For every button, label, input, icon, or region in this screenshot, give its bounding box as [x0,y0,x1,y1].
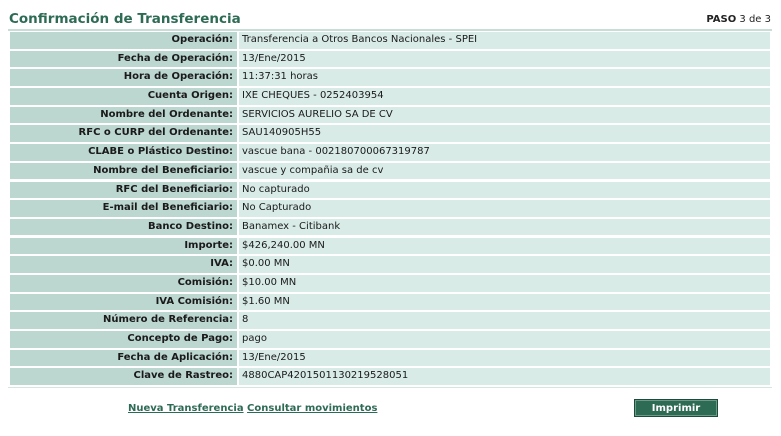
detail-label: Operación: [10,32,237,49]
detail-row: RFC del Beneficiario: No capturado [10,181,770,199]
detail-value: Banamex - Citibank [239,218,770,236]
detail-label: Hora de Operación: [10,69,237,86]
detail-row: Hora de Operación: 11:37:31 horas [10,69,770,86]
detail-label: Banco Destino: [10,218,237,236]
detail-label: IVA: [10,256,237,273]
detail-row: Cuenta Origen: IXE CHEQUES - 0252403954 [10,88,770,105]
detail-label: E-mail del Beneficiario: [10,200,237,217]
detail-value: SERVICIOS AURELIO SA DE CV [239,106,770,124]
detail-label: Fecha de Operación: [10,50,237,68]
detail-row: Comisión: $10.00 MN [10,274,770,292]
detail-value: pago [239,331,770,348]
detail-value: IXE CHEQUES - 0252403954 [239,88,770,105]
detail-row: E-mail del Beneficiario: No Capturado [10,200,770,217]
detail-label: RFC del Beneficiario: [10,181,237,199]
detail-label: Comisión: [10,274,237,292]
detail-label: Cuenta Origen: [10,88,237,105]
detail-value: $1.60 MN [239,293,770,311]
detail-label: Nombre del Ordenante: [10,106,237,124]
page-title: Confirmación de Transferencia [9,11,241,27]
step-label: PASO [706,14,737,25]
detail-value: Transferencia a Otros Bancos Nacionales … [239,32,770,49]
detail-value: 13/Ene/2015 [239,349,770,367]
footer-divider [8,387,772,388]
detail-row: Número de Referencia: 8 [10,312,770,329]
detail-value: $0.00 MN [239,256,770,273]
detail-label: Fecha de Aplicación: [10,349,237,367]
detail-row: Nombre del Ordenante: SERVICIOS AURELIO S… [10,106,770,124]
detail-label: Concepto de Pago: [10,331,237,348]
detail-row: CLABE o Plástico Destino: vascue bana - 0… [10,144,770,161]
detail-value: No capturado [239,181,770,199]
detail-value: SAU140905H55 [239,125,770,143]
page-header: Confirmación de Transferencia PASO 3 de … [8,10,772,30]
footer-links: Nueva Transferencia Consultar movimiento… [128,403,377,414]
new-transfer-link[interactable]: Nueva Transferencia [128,403,244,414]
print-button[interactable]: Imprimir [634,399,718,417]
detail-label: Número de Referencia: [10,312,237,329]
detail-value: 8 [239,312,770,329]
detail-label: Clave de Rastreo: [10,368,237,385]
detail-value: 4880CAP4201501130219528051 [239,368,770,385]
detail-row: Banco Destino: Banamex - Citibank [10,218,770,236]
detail-row: RFC o CURP del Ordenante: SAU140905H55 [10,125,770,143]
detail-value: vascue y compañia sa de cv [239,162,770,180]
detail-row: Clave de Rastreo: 4880CAP4201501130219528… [10,368,770,385]
view-movements-link[interactable]: Consultar movimientos [247,403,377,414]
detail-row: Concepto de Pago: pago [10,331,770,348]
detail-value: vascue bana - 002180700067319787 [239,144,770,161]
detail-row: Importe: $426,240.00 MN [10,237,770,255]
detail-row: Operación: Transferencia a Otros Bancos N… [10,32,770,49]
detail-label: IVA Comisión: [10,293,237,311]
confirmation-details: Operación: Transferencia a Otros Bancos N… [10,32,770,387]
detail-label: Importe: [10,237,237,255]
detail-label: Nombre del Beneficiario: [10,162,237,180]
detail-row: IVA Comisión: $1.60 MN [10,293,770,311]
detail-row: IVA: $0.00 MN [10,256,770,273]
detail-value: $10.00 MN [239,274,770,292]
detail-value: 13/Ene/2015 [239,50,770,68]
detail-value: $426,240.00 MN [239,237,770,255]
step-indicator: PASO 3 de 3 [706,14,771,25]
step-value: 3 de 3 [739,14,771,25]
detail-value: 11:37:31 horas [239,69,770,86]
detail-label: CLABE o Plástico Destino: [10,144,237,161]
detail-row: Fecha de Operación: 13/Ene/2015 [10,50,770,68]
header-divider [8,29,772,31]
detail-label: RFC o CURP del Ordenante: [10,125,237,143]
detail-row: Fecha de Aplicación: 13/Ene/2015 [10,349,770,367]
detail-value: No Capturado [239,200,770,217]
detail-row: Nombre del Beneficiario: vascue y compañi… [10,162,770,180]
